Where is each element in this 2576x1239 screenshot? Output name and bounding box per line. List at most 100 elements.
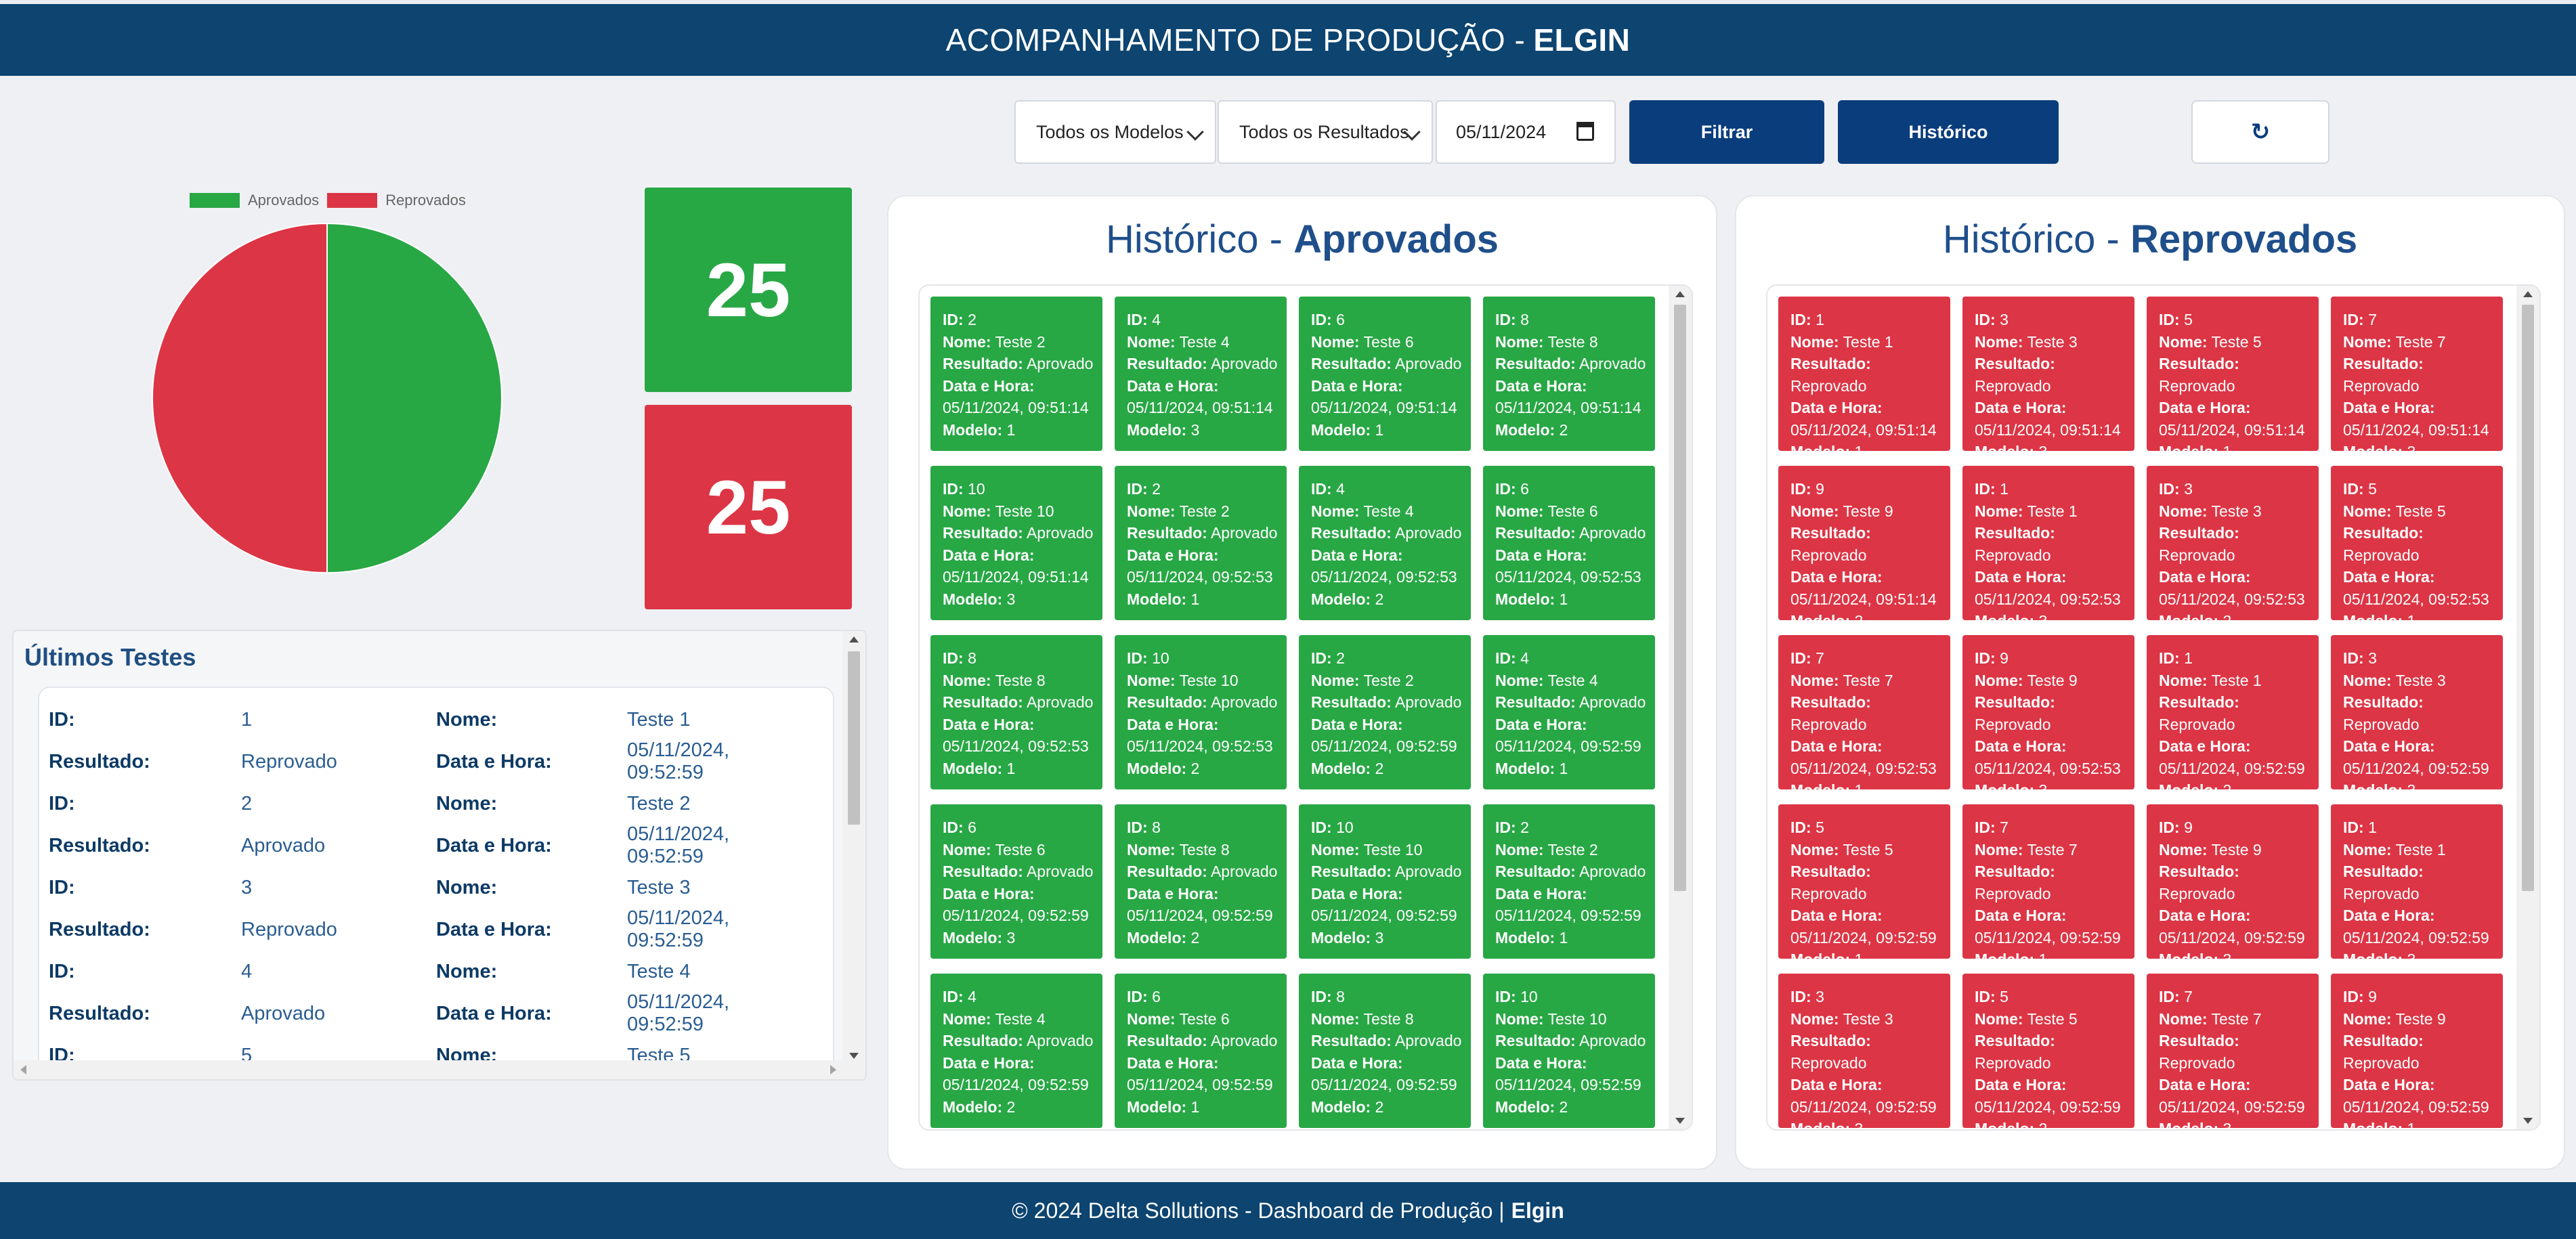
card-data-label: Data e Hora: [1311, 546, 1403, 564]
horizontal-scrollbar[interactable] [14, 1060, 865, 1079]
card-nome-label: Nome: [1127, 840, 1176, 858]
test-card[interactable]: ID: 1 Nome: Teste 1 Resultado: Reprovado Da… [2331, 804, 2503, 968]
card-nome-label: Nome: [2159, 502, 2208, 520]
card-data: Data e Hora: [943, 1052, 1102, 1074]
test-card[interactable]: ID: 3 Nome: Teste 3 Resultado: Reprovado Da… [1962, 297, 2134, 460]
card-modelo-value: 3 [2407, 781, 2416, 799]
card-nome-value: Teste 2 [1179, 502, 1230, 520]
vertical-scrollbar[interactable] [2516, 286, 2539, 1129]
card-nome-label: Nome: [1495, 671, 1544, 689]
result-select[interactable]: Todos os Resultados [1218, 100, 1433, 164]
test-card[interactable]: ID: 7 Nome: Teste 7 Resultado: Reprovado Da… [1962, 804, 2134, 968]
calendar-icon[interactable] [1576, 122, 1594, 141]
card-id: ID: 1 [2343, 817, 2503, 839]
test-card[interactable]: ID: 3 Nome: Teste 3 Resultado: Reprovado Da… [2331, 635, 2503, 799]
card-nome: Nome: Teste 3 [2159, 500, 2319, 523]
field-label: Data e Hora: [436, 918, 552, 940]
test-card[interactable]: ID: 2 Nome: Teste 2 Resultado: Aprovado Dat… [1299, 635, 1471, 789]
card-id: ID: 6 [943, 817, 1102, 839]
test-card[interactable]: ID: 2 Nome: Teste 2 Resultado: Aprovado Dat… [930, 297, 1102, 451]
test-card[interactable]: ID: 6 Nome: Teste 6 Resultado: Aprovado Dat… [930, 804, 1102, 959]
vertical-scrollbar[interactable] [1669, 286, 1692, 1129]
test-card[interactable]: ID: 4 Nome: Teste 4 Resultado: Aprovado Dat… [1299, 466, 1471, 620]
model-select[interactable]: Todos os Modelos [1014, 100, 1216, 164]
scroll-down-icon[interactable] [2523, 1118, 2533, 1124]
card-resultado: Resultado: Reprovado [1975, 353, 2134, 397]
history-button[interactable]: Histórico [1838, 100, 2059, 164]
test-card[interactable]: ID: 4 Nome: Teste 4 Resultado: Aprovado Dat… [1483, 635, 1655, 789]
rejected-cards-container[interactable]: ID: 1 Nome: Teste 1 Resultado: Reprovado Da… [1766, 284, 2541, 1131]
scroll-down-icon[interactable] [849, 1053, 859, 1059]
test-card[interactable]: ID: 10 Nome: Teste 10 Resultado: Aprovado D… [1483, 974, 1655, 1128]
card-id-value: 2 [968, 311, 976, 328]
test-card[interactable]: ID: 5 Nome: Teste 5 Resultado: Reprovado Da… [1778, 804, 1950, 968]
latest-tests-panel[interactable]: Últimos Testes ID: 1 Nome: Teste 1 Resultado… [12, 630, 867, 1081]
test-card[interactable]: ID: 10 Nome: Teste 10 Resultado: Aprovado D… [1299, 804, 1471, 959]
test-card[interactable]: ID: 7 Nome: Teste 7 Resultado: Reprovado Da… [2331, 297, 2503, 460]
card-modelo: Modelo: 1 [1790, 779, 1950, 802]
test-card[interactable]: ID: 5 Nome: Teste 5 Resultado: Reprovado Da… [2331, 466, 2503, 630]
test-card[interactable]: ID: 6 Nome: Teste 6 Resultado: Aprovado Dat… [1115, 974, 1287, 1128]
card-modelo-value: 1 [1854, 951, 1864, 968]
card-nome-value: Teste 1 [2211, 671, 2262, 689]
legend-swatch-reprovados [327, 193, 378, 208]
test-card[interactable]: ID: 7 Nome: Teste 7 Resultado: Reprovado Da… [2147, 974, 2319, 1129]
card-modelo-value: 3 [2038, 612, 2048, 630]
test-card[interactable]: ID: 9 Nome: Teste 9 Resultado: Reprovado Da… [2331, 974, 2503, 1129]
scroll-up-icon[interactable] [1675, 291, 1685, 297]
legend-item-aprovados[interactable]: Aprovados [190, 192, 319, 209]
scroll-thumb[interactable] [1674, 305, 1686, 891]
card-modelo: Modelo: 3 [1127, 419, 1287, 441]
test-card[interactable]: ID: 8 Nome: Teste 8 Resultado: Aprovado Dat… [930, 635, 1102, 789]
test-card[interactable]: ID: 9 Nome: Teste 9 Resultado: Reprovado Da… [1962, 635, 2134, 799]
vertical-scrollbar[interactable] [842, 631, 865, 1064]
scroll-left-icon[interactable] [20, 1065, 26, 1074]
card-id-value: 5 [2368, 480, 2377, 498]
card-resultado-value: Reprovado [1790, 546, 1867, 564]
filter-button[interactable]: Filtrar [1629, 100, 1824, 164]
test-card[interactable]: ID: 7 Nome: Teste 7 Resultado: Reprovado Da… [1778, 635, 1950, 799]
scroll-down-icon[interactable] [1675, 1118, 1685, 1124]
scroll-right-icon[interactable] [830, 1065, 836, 1074]
pie-slice-reprovados[interactable] [152, 222, 328, 574]
test-card[interactable]: ID: 2 Nome: Teste 2 Resultado: Aprovado Dat… [1483, 804, 1655, 959]
card-id-value: 6 [968, 819, 976, 836]
card-resultado-label: Resultado: [2159, 863, 2239, 880]
test-card[interactable]: ID: 9 Nome: Teste 9 Resultado: Reprovado Da… [2147, 804, 2319, 968]
test-card[interactable]: ID: 5 Nome: Teste 5 Resultado: Reprovado Da… [1962, 974, 2134, 1129]
test-card[interactable]: ID: 5 Nome: Teste 5 Resultado: Reprovado Da… [2147, 297, 2319, 460]
card-modelo-label: Modelo: [1495, 420, 1555, 439]
card-modelo-value: 3 [1006, 928, 1016, 947]
test-card[interactable]: ID: 3 Nome: Teste 3 Resultado: Reprovado Da… [1778, 974, 1950, 1129]
approved-cards-container[interactable]: ID: 2 Nome: Teste 2 Resultado: Aprovado Dat… [918, 284, 1693, 1131]
test-card[interactable]: ID: 8 Nome: Teste 8 Resultado: Aprovado Dat… [1115, 804, 1287, 959]
test-card[interactable]: ID: 1 Nome: Teste 1 Resultado: Reprovado Da… [1962, 466, 2134, 630]
card-modelo-label: Modelo: [1127, 420, 1187, 439]
scroll-thumb[interactable] [2522, 305, 2534, 891]
date-input[interactable]: 05/11/2024 [1436, 100, 1616, 164]
test-card[interactable]: ID: 8 Nome: Teste 8 Resultado: Aprovado Dat… [1299, 974, 1471, 1128]
legend-item-reprovados[interactable]: Reprovados [327, 192, 466, 209]
test-card[interactable]: ID: 10 Nome: Teste 10 Resultado: Aprovado D… [930, 466, 1102, 620]
test-card[interactable]: ID: 8 Nome: Teste 8 Resultado: Aprovado Dat… [1483, 297, 1655, 451]
refresh-button[interactable]: ↻ [2191, 100, 2330, 164]
scroll-up-icon[interactable] [849, 636, 859, 643]
scroll-up-icon[interactable] [2523, 291, 2533, 297]
test-card[interactable]: ID: 6 Nome: Teste 6 Resultado: Aprovado Dat… [1483, 466, 1655, 620]
test-card[interactable]: ID: 9 Nome: Teste 9 Resultado: Reprovado Da… [1778, 466, 1950, 630]
card-data-value: 05/11/2024, 09:52:59 [1127, 1076, 1273, 1093]
test-card[interactable]: ID: 2 Nome: Teste 2 Resultado: Aprovado Dat… [1115, 466, 1287, 620]
test-card[interactable]: ID: 10 Nome: Teste 10 Resultado: Aprovado D… [1115, 635, 1287, 789]
pie-slice-aprovados[interactable] [326, 222, 502, 574]
test-card[interactable]: ID: 1 Nome: Teste 1 Resultado: Reprovado Da… [2147, 635, 2319, 799]
test-card[interactable]: ID: 4 Nome: Teste 4 Resultado: Aprovado Dat… [930, 974, 1102, 1128]
card-resultado-value: Aprovado [1210, 355, 1278, 372]
card-data-label: Data e Hora: [2343, 568, 2435, 586]
test-card[interactable]: ID: 3 Nome: Teste 3 Resultado: Reprovado Da… [2147, 466, 2319, 630]
test-card[interactable]: ID: 6 Nome: Teste 6 Resultado: Aprovado Dat… [1299, 297, 1471, 451]
scroll-thumb[interactable] [848, 651, 860, 825]
card-data-value: 05/11/2024, 09:52:59 [1790, 928, 1937, 947]
test-card[interactable]: ID: 4 Nome: Teste 4 Resultado: Aprovado Dat… [1115, 297, 1287, 451]
test-card[interactable]: ID: 1 Nome: Teste 1 Resultado: Reprovado Da… [1778, 297, 1950, 460]
card-id: ID: 5 [2343, 478, 2503, 500]
